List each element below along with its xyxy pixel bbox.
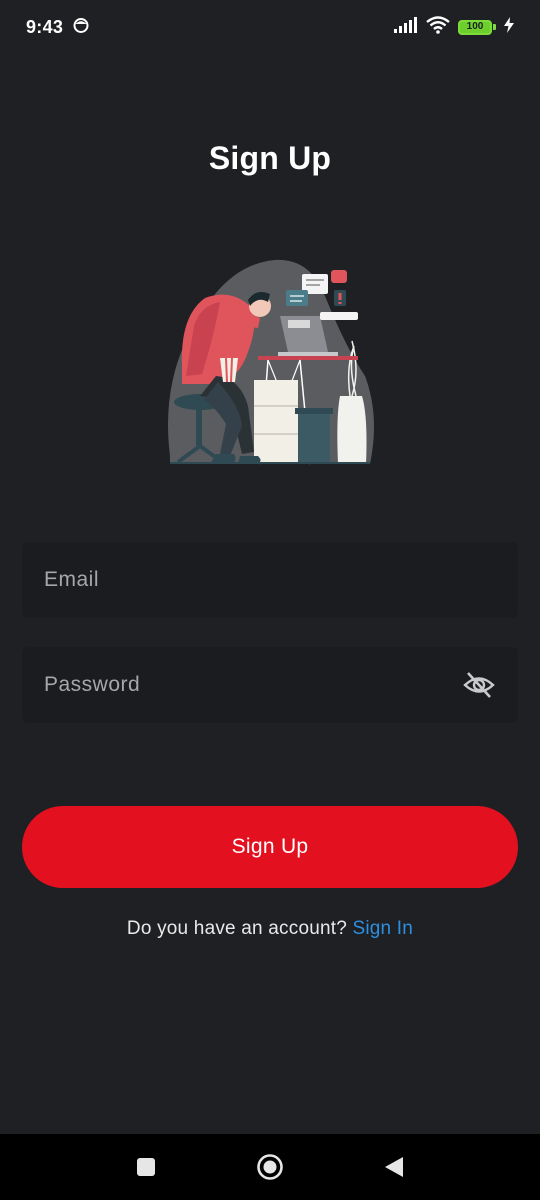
email-input[interactable] — [44, 542, 496, 618]
battery-tip — [493, 24, 496, 30]
sign-in-link[interactable]: Sign In — [353, 918, 414, 939]
account-prompt-text: Do you have an account? — [126, 918, 353, 939]
back-triangle-icon[interactable] — [376, 1149, 412, 1185]
signup-screen: 9:43 100 Sign Up Email Sign Up Do you ha… — [0, 0, 540, 1200]
wifi-icon — [426, 15, 450, 39]
battery-icon: 100 — [458, 19, 496, 35]
person-working-at-desk-illustration — [160, 256, 380, 470]
eye-off-icon[interactable] — [462, 668, 496, 702]
battery-level: 100 — [458, 19, 492, 35]
status-time: 9:43 — [26, 16, 64, 37]
password-input[interactable] — [44, 647, 462, 723]
email-field[interactable] — [22, 542, 518, 618]
account-prompt-line: Do you have an account? Sign In — [0, 918, 540, 940]
signal-icon — [394, 16, 418, 38]
home-circle-icon[interactable] — [252, 1149, 288, 1185]
password-field[interactable] — [22, 647, 518, 723]
sign-up-button[interactable]: Sign Up — [22, 806, 518, 888]
status-left: 9:43 — [26, 17, 89, 38]
status-bar: 9:43 100 — [0, 0, 540, 54]
navigation-bar — [0, 1134, 540, 1200]
status-right: 100 — [394, 15, 514, 39]
page-title: Sign Up — [208, 140, 332, 176]
charging-bolt-icon — [504, 16, 514, 38]
notification-face-icon — [73, 17, 89, 38]
recents-square-icon[interactable] — [128, 1149, 164, 1185]
